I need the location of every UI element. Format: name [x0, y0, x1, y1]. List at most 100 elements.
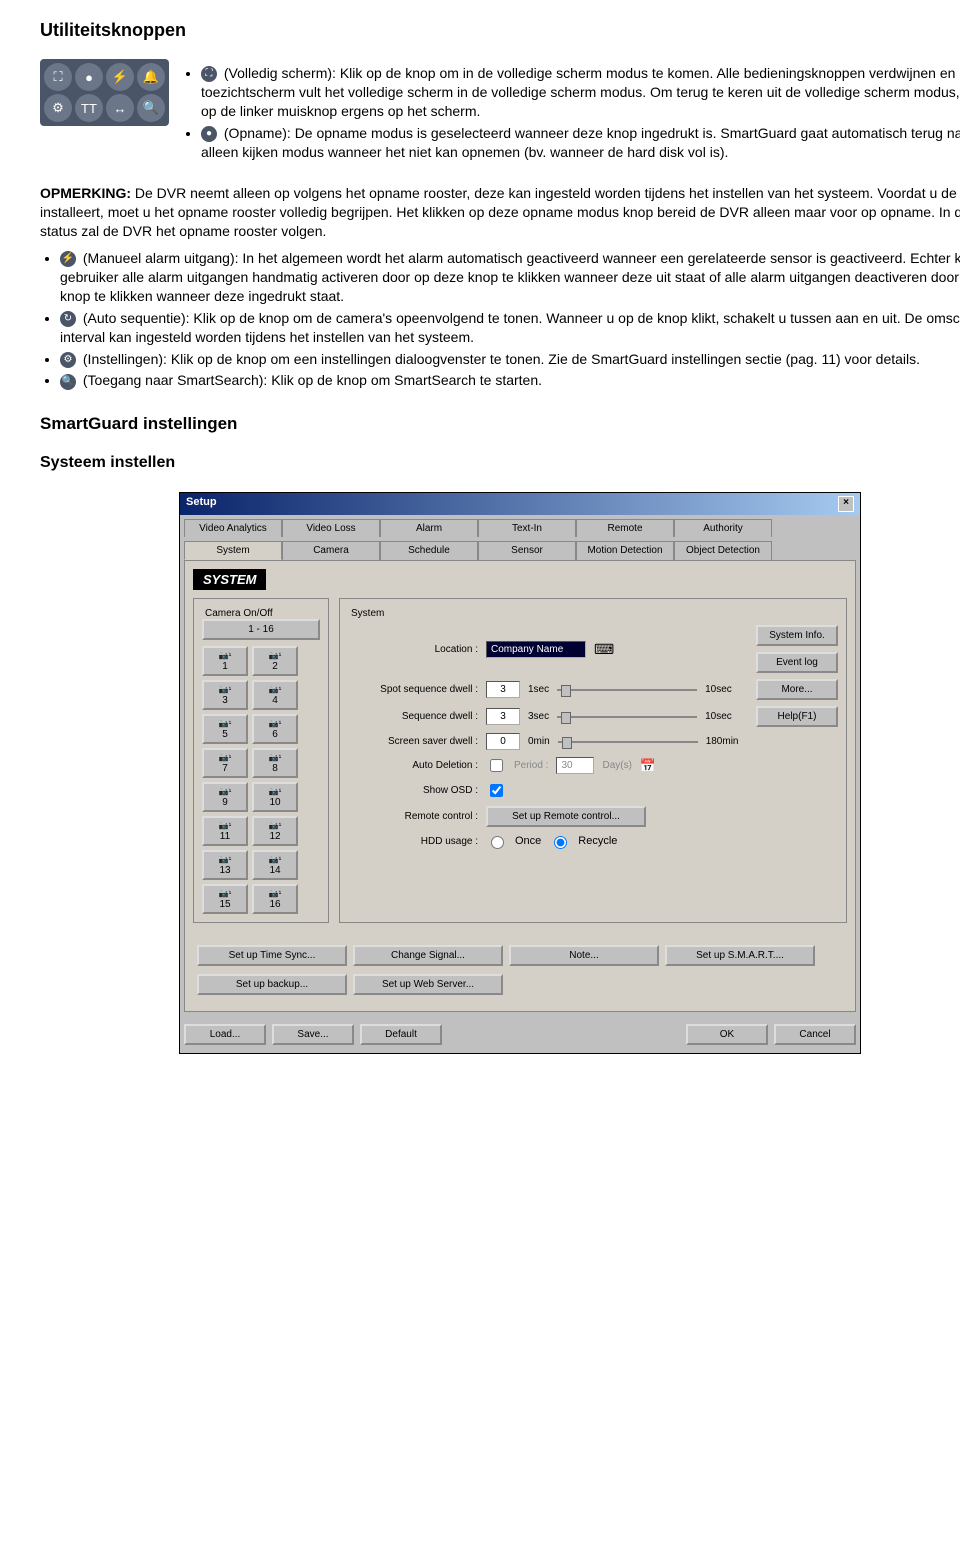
system-fieldset: System Location : Company Name ⌨ System …: [339, 598, 847, 923]
dwell-label-2: Screen saver dwell :: [348, 736, 478, 747]
dwell-slider-1[interactable]: [557, 710, 697, 724]
search-icon: 🔍: [137, 94, 165, 122]
keyboard-icon[interactable]: ⌨: [594, 641, 614, 658]
tab-motion-detection[interactable]: Motion Detection: [576, 541, 674, 560]
tab-alarm[interactable]: Alarm: [380, 519, 478, 537]
camera-button-2[interactable]: 📷¹2: [252, 646, 298, 676]
cancel-button[interactable]: Cancel: [774, 1024, 856, 1045]
dialog-titlebar: Setup ×: [180, 493, 860, 515]
search-inline-icon: 🔍: [60, 374, 76, 390]
dwell-btn-1[interactable]: Help(F1): [756, 706, 838, 727]
camera-button-11[interactable]: 📷¹11: [202, 816, 248, 846]
calendar-icon[interactable]: 📅: [640, 758, 656, 774]
setup-dialog: Setup × Video Analytics Video Loss Alarm…: [179, 492, 861, 1054]
tt-icon: TT: [75, 94, 103, 122]
camera-button-1[interactable]: 📷¹1: [202, 646, 248, 676]
tab-text-in[interactable]: Text-In: [478, 519, 576, 537]
remark-label: OPMERKING:: [40, 185, 131, 201]
system-legend: System: [348, 608, 387, 619]
dwell-value-0[interactable]: 3: [486, 681, 520, 698]
hdd-recycle-radio[interactable]: [554, 836, 567, 849]
tab-video-analytics[interactable]: Video Analytics: [184, 519, 282, 537]
intro-item-fullscreen: ⛶ (Volledig scherm): Klik op de knop om …: [201, 64, 960, 121]
dialog-title: Setup: [186, 496, 217, 512]
hdd-once-radio[interactable]: [491, 836, 504, 849]
webserver-button[interactable]: Set up Web Server...: [353, 974, 503, 995]
camera-button-5[interactable]: 📷¹5: [202, 714, 248, 744]
dialog-bottom-row: Load... Save... Default OK Cancel: [180, 1016, 860, 1053]
intro-fullscreen-text: (Volledig scherm): Klik op de knop om in…: [201, 65, 960, 119]
camera-button-16[interactable]: 📷¹16: [252, 884, 298, 914]
dwell-btn-0[interactable]: More...: [756, 679, 838, 700]
sequence-icon: 🔔: [137, 63, 165, 91]
camera-button-7[interactable]: 📷¹7: [202, 748, 248, 778]
tab-camera[interactable]: Camera: [282, 541, 380, 560]
secondary-list: ⚡ (Manueel alarm uitgang): In het algeme…: [60, 249, 960, 390]
tab-sensor[interactable]: Sensor: [478, 541, 576, 560]
time-sync-button[interactable]: Set up Time Sync...: [197, 945, 347, 966]
smart-button[interactable]: Set up S.M.A.R.T....: [665, 945, 815, 966]
remote-control-button[interactable]: Set up Remote control...: [486, 806, 646, 827]
dwell-left-2: 0min: [528, 736, 550, 747]
close-icon[interactable]: ×: [838, 496, 854, 512]
tabrow-bottom: System Camera Schedule Sensor Motion Det…: [180, 537, 860, 560]
camera-button-3[interactable]: 📷¹3: [202, 680, 248, 710]
event-log-button[interactable]: Event log: [756, 652, 838, 673]
system-panel: SYSTEM Camera On/Off 1 - 16 📷¹1📷¹2📷¹3📷¹4…: [184, 560, 856, 1012]
camera-button-8[interactable]: 📷¹8: [252, 748, 298, 778]
tab-system[interactable]: System: [184, 541, 282, 560]
camera-button-4[interactable]: 📷¹4: [252, 680, 298, 710]
tab-video-loss[interactable]: Video Loss: [282, 519, 380, 537]
hdd-recycle-label: Recycle: [578, 835, 617, 847]
tab-remote[interactable]: Remote: [576, 519, 674, 537]
save-button[interactable]: Save...: [272, 1024, 354, 1045]
camera-range-button[interactable]: 1 - 16: [202, 619, 320, 640]
smartsearch-text: (Toegang naar SmartSearch): Klik op de k…: [83, 372, 542, 388]
page-title: Utiliteitsknoppen: [40, 20, 960, 41]
settings-inline-icon: ⚙: [60, 352, 76, 368]
system-info-button[interactable]: System Info.: [756, 625, 838, 646]
location-input[interactable]: Company Name: [486, 641, 586, 658]
show-osd-checkbox[interactable]: [490, 784, 503, 797]
dwell-slider-0[interactable]: [557, 683, 697, 697]
camera-button-9[interactable]: 📷¹9: [202, 782, 248, 812]
dwell-value-2[interactable]: 0: [486, 733, 520, 750]
action-row-2: Set up backup... Set up Web Server...: [193, 974, 847, 1003]
camera-button-13[interactable]: 📷¹13: [202, 850, 248, 880]
camera-button-10[interactable]: 📷¹10: [252, 782, 298, 812]
auto-deletion-checkbox[interactable]: [490, 759, 503, 772]
dwell-label-0: Spot sequence dwell :: [348, 684, 478, 695]
period-input: 30: [556, 757, 594, 774]
note-button[interactable]: Note...: [509, 945, 659, 966]
show-osd-label: Show OSD :: [348, 785, 478, 796]
dwell-left-0: 1sec: [528, 684, 549, 695]
dwell-right-0: 10sec: [705, 684, 732, 695]
tab-authority[interactable]: Authority: [674, 519, 772, 537]
action-row-1: Set up Time Sync... Change Signal... Not…: [193, 937, 847, 974]
alarm-out-icon: ⚡: [106, 63, 134, 91]
remote-control-label: Remote control :: [348, 811, 478, 822]
camera-button-14[interactable]: 📷¹14: [252, 850, 298, 880]
ok-button[interactable]: OK: [686, 1024, 768, 1045]
settings-text-1: (Instellingen): Klik op de knop om een i…: [83, 351, 591, 367]
dwell-right-1: 10sec: [705, 711, 732, 722]
manual-alarm-text: (Manueel alarm uitgang): In het algemeen…: [60, 250, 960, 304]
load-button[interactable]: Load...: [184, 1024, 266, 1045]
camera-onoff-legend: Camera On/Off: [202, 608, 276, 619]
intro-section: ⛶ ● ⚡ 🔔 ⚙ TT ↔ 🔍 ⛶ (Volledig scherm): Kl…: [40, 59, 960, 174]
remark-paragraph: OPMERKING: De DVR neemt alleen op volgen…: [40, 184, 960, 241]
camera-button-6[interactable]: 📷¹6: [252, 714, 298, 744]
backup-button[interactable]: Set up backup...: [197, 974, 347, 995]
dwell-value-1[interactable]: 3: [486, 708, 520, 725]
camera-button-15[interactable]: 📷¹15: [202, 884, 248, 914]
change-signal-button[interactable]: Change Signal...: [353, 945, 503, 966]
list-item-auto-sequence: ↻ (Auto sequentie): Klik op de knop om d…: [60, 309, 960, 347]
tab-object-detection[interactable]: Object Detection: [674, 541, 772, 560]
system-banner: SYSTEM: [193, 569, 266, 590]
dwell-label-1: Sequence dwell :: [348, 711, 478, 722]
record-icon: ●: [75, 63, 103, 91]
camera-button-12[interactable]: 📷¹12: [252, 816, 298, 846]
tab-schedule[interactable]: Schedule: [380, 541, 478, 560]
dwell-slider-2[interactable]: [558, 735, 698, 749]
default-button[interactable]: Default: [360, 1024, 442, 1045]
